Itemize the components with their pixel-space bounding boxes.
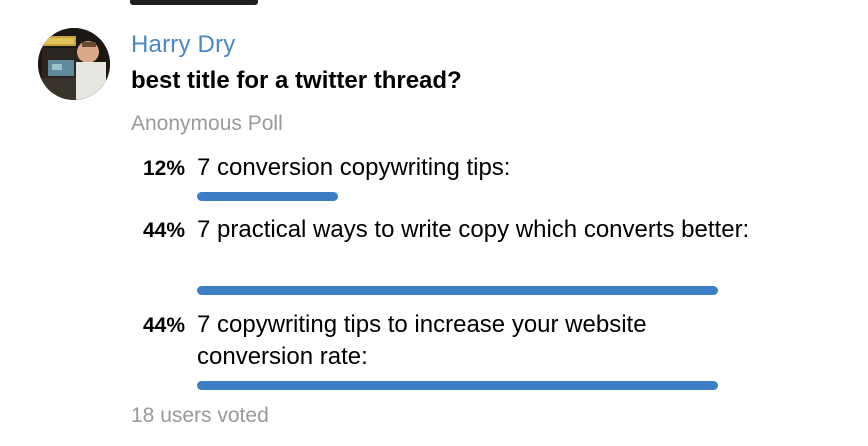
previous-message-edge xyxy=(130,0,258,5)
poll-option-bar-fill xyxy=(197,192,338,201)
poll-option-text: 7 conversion copywriting tips: xyxy=(197,154,511,181)
poll-option-percent: 12% xyxy=(142,157,185,180)
poll-option-bar xyxy=(197,192,718,201)
poll-option-bar xyxy=(197,286,718,295)
poll-option-text: 7 copywriting tips to increase your webs… xyxy=(197,311,647,370)
poll-option-bar-fill xyxy=(197,286,718,295)
poll-option-bar xyxy=(197,381,718,390)
poll-option-percent: 44% xyxy=(142,314,185,337)
poll-option-percent: 44% xyxy=(142,219,185,242)
poll-option-text: 7 practical ways to write copy which con… xyxy=(197,216,750,243)
arcade-photo-icon xyxy=(38,28,110,100)
poll-option-bar-fill xyxy=(197,381,718,390)
avatar[interactable] xyxy=(38,28,110,100)
votes-count[interactable]: 18 users voted xyxy=(131,404,269,428)
poll-question: best title for a twitter thread? xyxy=(131,67,462,94)
poll-type-label: Anonymous Poll xyxy=(131,112,283,135)
sender-name[interactable]: Harry Dry xyxy=(131,31,235,59)
